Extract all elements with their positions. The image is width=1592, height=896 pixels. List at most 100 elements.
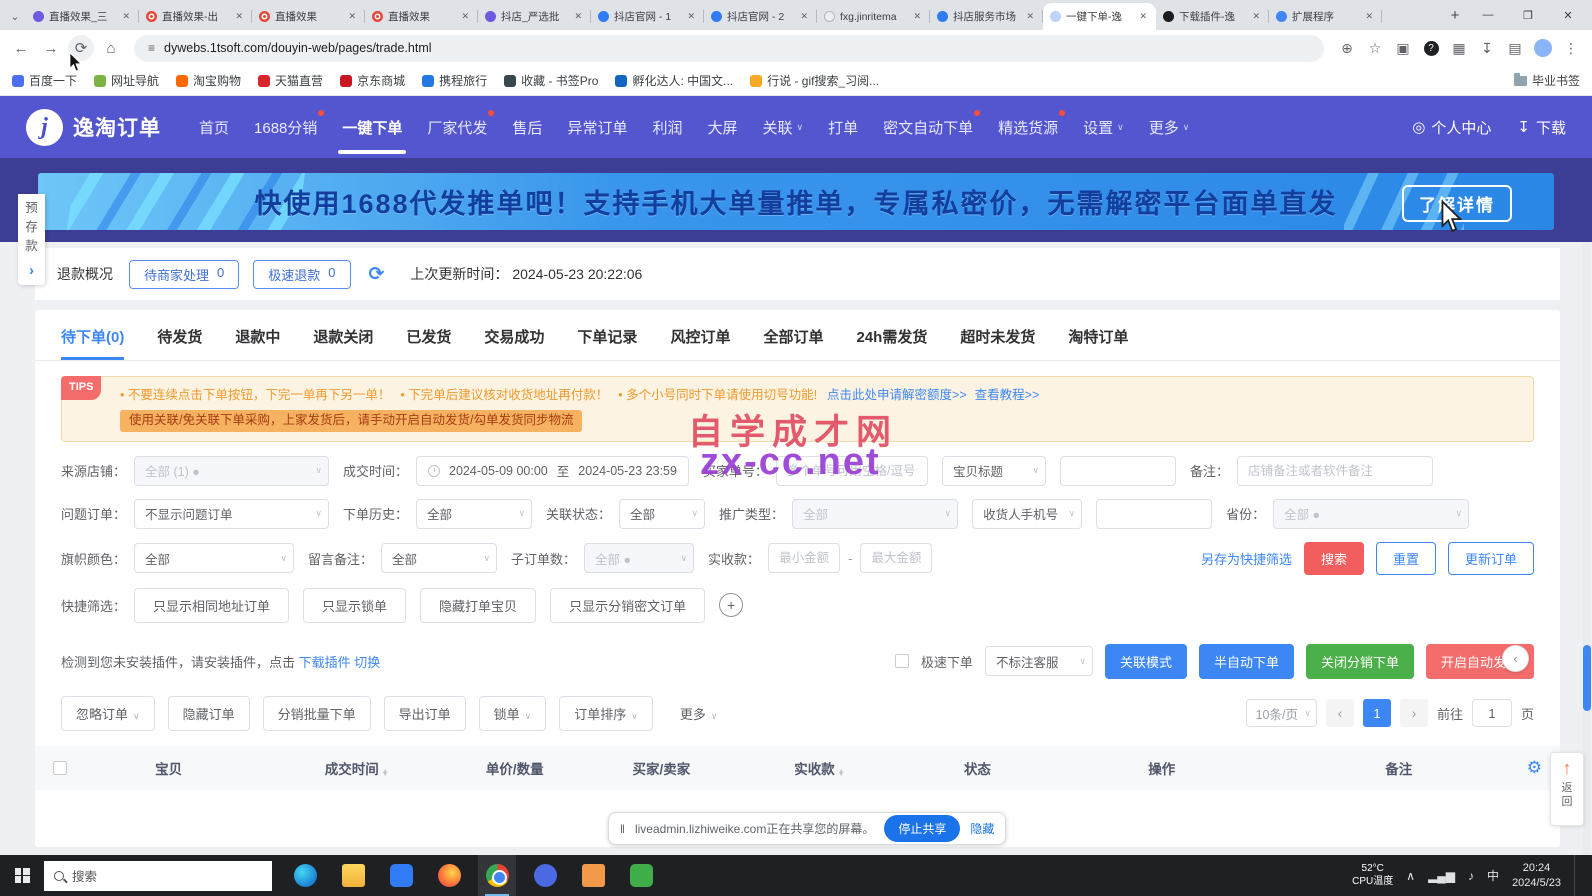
taskbar-app-store[interactable] bbox=[382, 855, 420, 896]
quick-filter-只显示锁单[interactable]: 只显示锁单 bbox=[303, 588, 406, 623]
hide-share-bar-link[interactable]: 隐藏 bbox=[970, 820, 994, 837]
nav-item-打单[interactable]: 打单 bbox=[828, 96, 858, 158]
tab-close-icon[interactable]: ✕ bbox=[1250, 9, 1262, 24]
order-tab-待下单(0)[interactable]: 待下单(0) bbox=[61, 326, 124, 360]
nav-item-厂家代发[interactable]: 厂家代发 bbox=[427, 96, 487, 158]
column-header-成交时间[interactable]: 成交时间▲▼ bbox=[270, 758, 443, 778]
tray-chevron-up-icon[interactable]: ∧ bbox=[1406, 869, 1415, 883]
browser-tab[interactable]: 抖店_严选批✕ bbox=[478, 3, 591, 30]
order-tab-全部订单[interactable]: 全部订单 bbox=[763, 326, 823, 360]
province-select[interactable]: 全部 ●∨ bbox=[1273, 499, 1469, 529]
tab-close-icon[interactable]: ✕ bbox=[1363, 9, 1375, 24]
bookmark-item[interactable]: 携程旅行 bbox=[422, 72, 487, 89]
brand[interactable]: j 逸淘订单 bbox=[26, 109, 161, 146]
volume-icon[interactable]: ♪ bbox=[1468, 869, 1474, 883]
promo-banner[interactable]: 快使用1688代发推单吧！支持手机大单量推单，专属私密价，无需解密平台面单直发 … bbox=[38, 173, 1554, 230]
taskbar-search-input[interactable]: 搜索 bbox=[44, 861, 272, 891]
view-tutorial-link[interactable]: 查看教程>> bbox=[975, 388, 1040, 402]
scrollbar-thumb[interactable] bbox=[1583, 645, 1591, 711]
bookmark-item[interactable]: 孵化达人: 中国文... bbox=[615, 72, 733, 89]
refresh-icon[interactable]: ⟳ bbox=[369, 263, 385, 286]
save-quick-filter-link[interactable]: 另存为快捷筛选 bbox=[1201, 549, 1292, 568]
order-tab-交易成功[interactable]: 交易成功 bbox=[484, 326, 544, 360]
back-to-top-widget[interactable]: ↑ 返回 bbox=[1550, 752, 1584, 826]
minimize-button[interactable]: — bbox=[1468, 0, 1508, 30]
browser-tab[interactable]: 抖店官网 - 1✕ bbox=[591, 3, 704, 30]
start-button[interactable] bbox=[0, 855, 44, 896]
scrollbar-track[interactable] bbox=[1583, 242, 1591, 855]
order-tab-退款中[interactable]: 退款中 bbox=[235, 326, 280, 360]
order-tab-退款关闭[interactable]: 退款关闭 bbox=[313, 326, 373, 360]
switch-plugin-link[interactable]: 切换 bbox=[354, 652, 380, 671]
help-extension-icon[interactable]: ? bbox=[1418, 35, 1444, 61]
nav-item-更多[interactable]: 更多∨ bbox=[1149, 96, 1190, 158]
receiver-phone-type-select[interactable]: 收货人手机号∨ bbox=[972, 499, 1082, 529]
nav-item-一键下单[interactable]: 一键下单 bbox=[342, 96, 402, 158]
browser-tab[interactable]: 下载插件-逸✕ bbox=[1156, 3, 1269, 30]
refund-pill-极速退款[interactable]: 极速退款0 bbox=[253, 260, 350, 289]
tab-close-icon[interactable]: ✕ bbox=[572, 9, 584, 24]
order-tab-下单记录[interactable]: 下单记录 bbox=[577, 326, 637, 360]
tab-close-icon[interactable]: ✕ bbox=[120, 9, 132, 24]
tab-close-icon[interactable]: ✕ bbox=[911, 9, 923, 24]
nav-item-密文自动下单[interactable]: 密文自动下单 bbox=[883, 96, 973, 158]
nav-item-1688分销[interactable]: 1688分销 bbox=[254, 96, 317, 158]
add-quick-filter-button[interactable]: + bbox=[719, 593, 743, 617]
taskbar-app-app-blue[interactable] bbox=[526, 855, 564, 896]
taskbar-app-explorer[interactable] bbox=[334, 855, 372, 896]
bookmarks-folder[interactable]: 毕业书签 bbox=[1514, 72, 1580, 89]
browser-tab[interactable]: 抖店官网 - 2✕ bbox=[704, 3, 817, 30]
page-size-select[interactable]: 10条/页∨ bbox=[1246, 699, 1317, 727]
source-shop-select[interactable]: 全部 (1) ●∨ bbox=[134, 456, 329, 486]
nav-item-售后[interactable]: 售后 bbox=[512, 96, 542, 158]
order-tab-风控订单[interactable]: 风控订单 bbox=[670, 326, 730, 360]
prev-page-button[interactable]: ‹ bbox=[1326, 699, 1354, 727]
browser-tab[interactable]: 扩展程序✕ bbox=[1269, 3, 1382, 30]
nav-item-大屏[interactable]: 大屏 bbox=[707, 96, 737, 158]
browser-tab[interactable]: 抖店服务市场✕ bbox=[930, 3, 1043, 30]
nav-right-下载[interactable]: ↧下载 bbox=[1517, 117, 1566, 138]
speed-order-checkbox[interactable] bbox=[895, 654, 909, 668]
download-plugin-link[interactable]: 下载插件 bbox=[299, 652, 351, 671]
bookmark-item[interactable]: 行说 - gif搜索_习阅... bbox=[750, 72, 879, 89]
toolbar-隐藏订单[interactable]: 隐藏订单 bbox=[168, 696, 250, 731]
notification-panel-edge[interactable] bbox=[1574, 855, 1582, 896]
new-tab-button[interactable]: + bbox=[1442, 7, 1468, 30]
order-tab-已发货[interactable]: 已发货 bbox=[406, 326, 451, 360]
maximize-button[interactable]: ❐ bbox=[1508, 0, 1548, 30]
order-tab-超时未发货[interactable]: 超时未发货 bbox=[960, 326, 1035, 360]
select-all-checkbox[interactable] bbox=[53, 761, 67, 775]
item-title-type-select[interactable]: 宝贝标题∨ bbox=[942, 456, 1046, 486]
browser-tab[interactable]: 直播效果✕ bbox=[252, 3, 365, 30]
tampermonkey-extension-icon[interactable]: ▣ bbox=[1390, 35, 1416, 61]
nav-item-精选货源[interactable]: 精选货源 bbox=[998, 96, 1058, 158]
taskbar-app-firefox[interactable] bbox=[430, 855, 468, 896]
side-panel-icon[interactable]: ▤ bbox=[1502, 35, 1528, 61]
taskbar-app-edge[interactable] bbox=[286, 855, 324, 896]
deal-time-range[interactable]: 2024-05-09 00:00至2024-05-23 23:59 bbox=[416, 456, 689, 486]
toolbar-更多[interactable]: 更多∨ bbox=[666, 697, 732, 730]
stop-sharing-button[interactable]: 停止共享 bbox=[884, 815, 960, 842]
action-关闭分销下单[interactable]: 关闭分销下单 bbox=[1306, 644, 1414, 679]
browser-tab[interactable]: 直播效果-出✕ bbox=[139, 3, 252, 30]
order-tab-24h需发货[interactable]: 24h需发货 bbox=[856, 326, 927, 360]
tab-list-chevron-icon[interactable]: ⌄ bbox=[4, 10, 26, 30]
tab-close-icon[interactable]: ✕ bbox=[233, 9, 245, 24]
relation-status-select[interactable]: 全部∨ bbox=[619, 499, 705, 529]
profile-avatar[interactable] bbox=[1530, 35, 1556, 61]
ime-language-icon[interactable]: 中 bbox=[1487, 867, 1499, 884]
tab-close-icon[interactable]: ✕ bbox=[459, 9, 471, 24]
receiver-phone-input[interactable] bbox=[1096, 499, 1212, 529]
nav-right-个人中心[interactable]: ◎个人中心 bbox=[1412, 117, 1491, 138]
flag-color-select[interactable]: 全部∨ bbox=[134, 543, 294, 573]
close-button[interactable]: ✕ bbox=[1548, 0, 1588, 30]
bookmark-star-icon[interactable]: ☆ bbox=[1362, 35, 1388, 61]
collapse-panel-button[interactable]: ‹ bbox=[1502, 645, 1529, 672]
taskbar-app-chrome[interactable] bbox=[478, 855, 516, 896]
tab-close-icon[interactable]: ✕ bbox=[1137, 9, 1149, 24]
refund-pill-待商家处理[interactable]: 待商家处理0 bbox=[129, 260, 239, 289]
update-orders-button[interactable]: 更新订单 bbox=[1448, 542, 1534, 575]
problem-order-select[interactable]: 不显示问题订单∨ bbox=[134, 499, 329, 529]
taskbar-clock[interactable]: 20:24 2024/5/23 bbox=[1512, 861, 1561, 890]
browser-menu-icon[interactable]: ⋮ bbox=[1558, 35, 1584, 61]
